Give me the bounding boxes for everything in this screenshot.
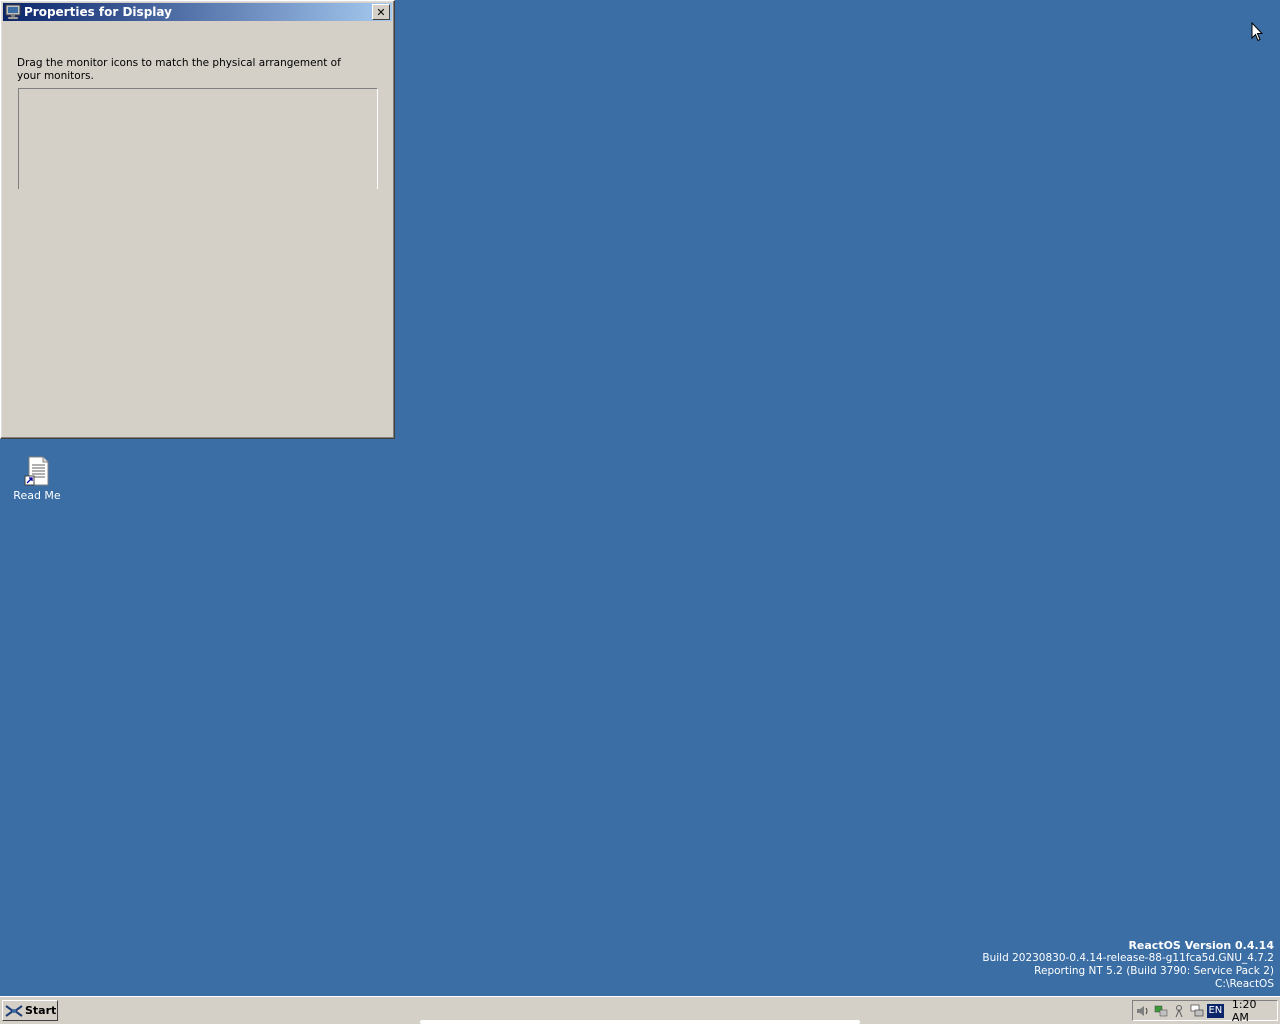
instruction-text: Drag the monitor icons to match the phys…	[17, 57, 341, 82]
mouse-pointer-icon	[1251, 22, 1263, 42]
text-file-shortcut-icon	[24, 456, 49, 486]
display-monitor-icon	[5, 4, 21, 20]
close-icon: ✕	[376, 5, 386, 19]
display-icon[interactable]	[1189, 1003, 1205, 1019]
version-path: C:\ReactOS	[1215, 978, 1274, 990]
display-properties-window: Properties for Display ✕ Drag the monito…	[0, 0, 395, 439]
volume-icon[interactable]	[1135, 1003, 1151, 1019]
reactos-logo-icon	[5, 1004, 23, 1017]
desktop: Properties for Display ✕ Drag the monito…	[0, 0, 1280, 996]
window-title: Properties for Display	[24, 5, 172, 19]
version-reporting: Reporting NT 5.2 (Build 3790: Service Pa…	[1034, 965, 1274, 977]
version-info: ReactOS Version 0.4.14 Build 20230830-0.…	[982, 939, 1274, 991]
start-label: Start	[25, 1004, 57, 1017]
clock[interactable]: 1:20 AM	[1232, 998, 1277, 1024]
start-button[interactable]: Start	[2, 1000, 58, 1021]
usb-device-icon[interactable]	[1171, 1003, 1187, 1019]
version-build: Build 20230830-0.4.14-release-88-g11fca5…	[982, 952, 1274, 964]
language-indicator[interactable]: EN	[1206, 1003, 1224, 1018]
taskbar: Start EN 1:20 AM	[0, 996, 1280, 1024]
taskbar-bottom-strip	[420, 1020, 860, 1024]
titlebar[interactable]: Properties for Display ✕	[3, 3, 392, 21]
network-icon[interactable]	[1153, 1003, 1169, 1019]
desktop-icon-read-me[interactable]: Read Me	[8, 455, 66, 502]
version-title: ReactOS Version 0.4.14	[1128, 939, 1274, 952]
desktop-icon-label: Read Me	[13, 489, 61, 502]
system-tray: EN 1:20 AM	[1132, 998, 1278, 1024]
close-button[interactable]: ✕	[372, 4, 390, 20]
monitor-arrangement-area[interactable]	[18, 88, 378, 189]
